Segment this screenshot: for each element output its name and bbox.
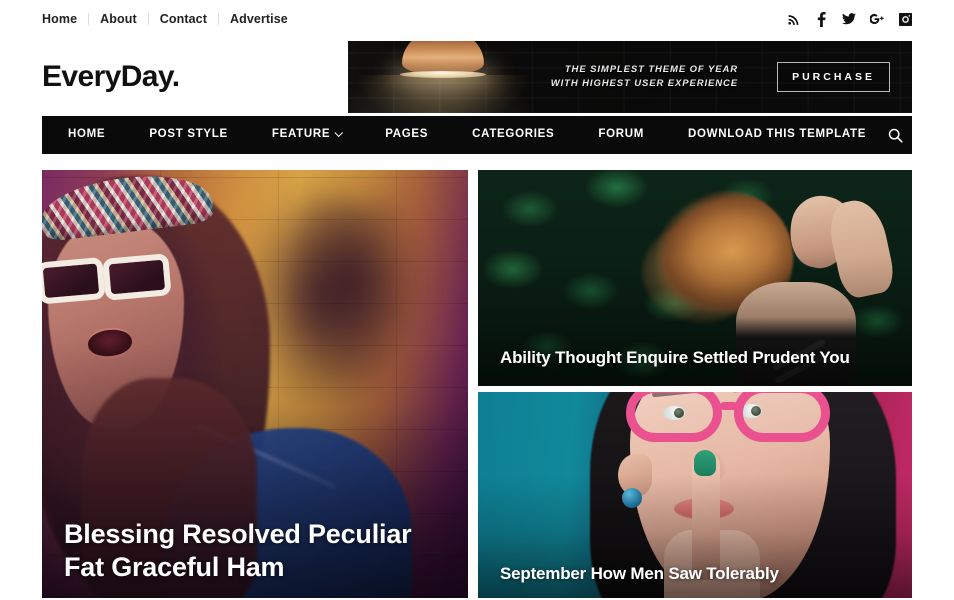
facebook-icon[interactable] xyxy=(814,11,828,27)
social-links xyxy=(786,11,912,27)
site-header: EveryDay. THE SIMPLEST THEME OF YEAR WIT… xyxy=(0,38,954,116)
featured-post-secondary-1[interactable]: Ability Thought Enquire Settled Prudent … xyxy=(478,170,912,386)
nav-label-post-style: POST STYLE xyxy=(149,128,228,141)
purchase-button[interactable]: PURCHASE xyxy=(777,62,890,92)
banner-ad[interactable]: THE SIMPLEST THEME OF YEAR WITH HIGHEST … xyxy=(348,41,912,113)
top-nav-item-home[interactable]: Home xyxy=(42,13,90,26)
featured-post-secondary-2[interactable]: September How Men Saw Tolerably xyxy=(478,392,912,598)
banner-tagline-line1: THE SIMPLEST THEME OF YEAR xyxy=(564,63,738,75)
search-icon[interactable] xyxy=(888,120,903,150)
nav-label-feature: FEATURE xyxy=(271,128,331,141)
nav-label-categories: CATEGORIES xyxy=(472,128,555,141)
top-nav-item-contact[interactable]: Contact xyxy=(149,13,219,26)
nav-item-forum[interactable]: FORUM xyxy=(576,129,666,141)
chevron-down-icon xyxy=(334,128,344,138)
top-bar: Home About Contact Advertise xyxy=(0,0,954,38)
top-nav-item-advertise[interactable]: Advertise xyxy=(219,13,288,26)
rss-icon[interactable] xyxy=(786,12,800,26)
top-navigation: Home About Contact Advertise xyxy=(42,13,288,26)
nav-label-download-template: DOWNLOAD THIS TEMPLATE xyxy=(688,128,867,141)
nav-item-feature[interactable]: FEATURE xyxy=(250,128,363,141)
featured-post-hero[interactable]: Blessing Resolved Peculiar Fat Graceful … xyxy=(42,170,468,598)
nav-item-download-template[interactable]: DOWNLOAD THIS TEMPLATE xyxy=(666,129,888,141)
nav-item-post-style[interactable]: POST STYLE xyxy=(127,129,250,141)
instagram-icon[interactable] xyxy=(898,12,912,26)
nav-label-home: HOME xyxy=(68,128,106,141)
main-nav-wrapper: HOME POST STYLE FEATURE PAGES CATEGORIES… xyxy=(0,116,954,154)
nav-item-categories[interactable]: CATEGORIES xyxy=(450,129,576,141)
nav-item-pages[interactable]: PAGES xyxy=(363,129,450,141)
hero-post-title[interactable]: Blessing Resolved Peculiar Fat Graceful … xyxy=(64,518,448,584)
pendant-lamp-icon xyxy=(402,41,484,75)
banner-tagline-line2: WITH HIGHEST USER EXPERIENCE xyxy=(550,78,738,89)
nav-label-forum: FORUM xyxy=(598,128,645,141)
featured-grid: Blessing Resolved Peculiar Fat Graceful … xyxy=(42,170,912,598)
google-plus-icon[interactable] xyxy=(870,12,884,26)
top-nav-item-about[interactable]: About xyxy=(89,13,149,26)
banner-tagline: THE SIMPLEST THEME OF YEAR WITH HIGHEST … xyxy=(551,63,738,92)
main-navigation: HOME POST STYLE FEATURE PAGES CATEGORIES… xyxy=(42,116,912,154)
nav-label-pages: PAGES xyxy=(385,128,429,141)
site-logo[interactable]: EveryDay. xyxy=(42,60,348,94)
lamp-rim xyxy=(400,71,486,78)
featured-secondary-column: Ability Thought Enquire Settled Prudent … xyxy=(478,170,912,598)
nav-item-home[interactable]: HOME xyxy=(64,129,127,141)
secondary-post-2-title[interactable]: September How Men Saw Tolerably xyxy=(500,564,892,584)
secondary-post-1-title[interactable]: Ability Thought Enquire Settled Prudent … xyxy=(500,348,892,368)
twitter-icon[interactable] xyxy=(842,12,856,26)
